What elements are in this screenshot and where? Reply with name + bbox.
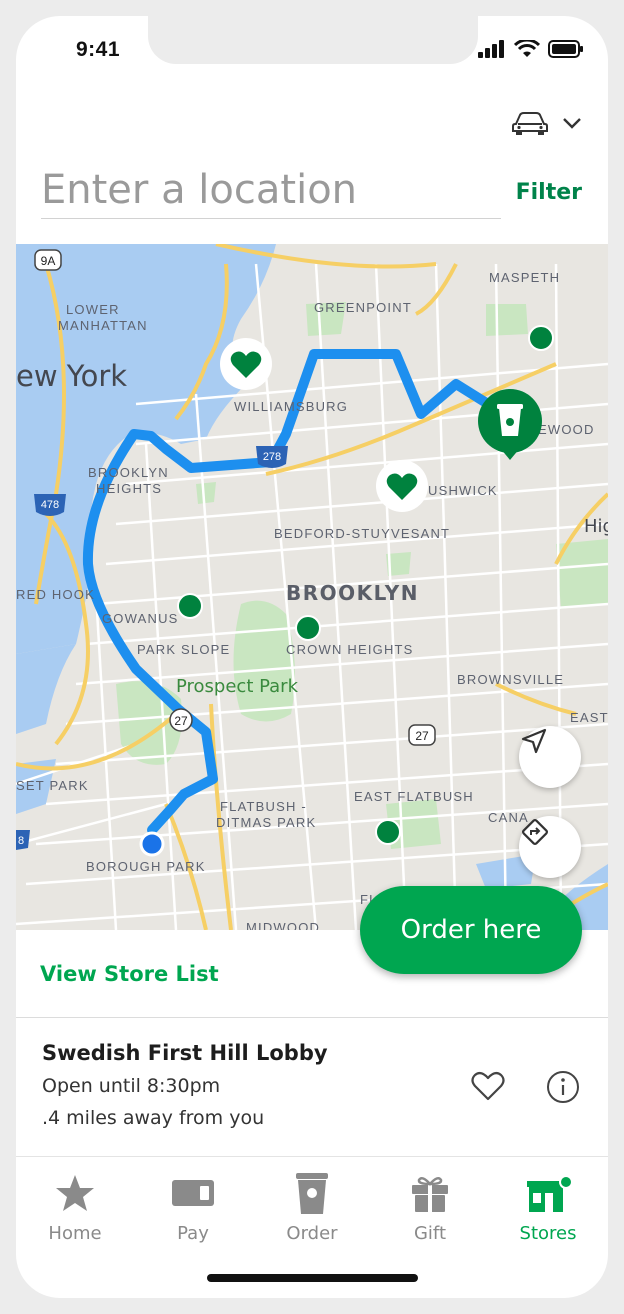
highway-shield-478: 478 [34, 494, 66, 516]
label-crown-heights: CROWN HEIGHTS [286, 642, 414, 657]
highway-shield-left: 8 [16, 830, 30, 850]
label-prospect-park: Prospect Park [176, 676, 299, 697]
notch [148, 16, 478, 64]
label-highland: Highla [584, 516, 608, 537]
label-park-slope: PARK SLOPE [137, 642, 230, 657]
travel-mode-select[interactable] [512, 110, 582, 136]
status-icons [478, 40, 584, 58]
location-search-input[interactable] [41, 162, 501, 219]
label-sunset-park: SET PARK [16, 778, 89, 793]
heart-icon[interactable] [471, 1070, 505, 1102]
label-red-hook: RED HOOK [16, 587, 95, 602]
highway-shield-27-west: 27 [169, 708, 193, 732]
store-marker [177, 593, 203, 619]
directions-icon [522, 819, 548, 845]
gift-icon [412, 1176, 448, 1212]
highway-shield-278: 278 [256, 446, 288, 468]
store-hours: Open until 8:30pm [42, 1075, 221, 1097]
label-brownsville: BROWNSVILLE [457, 672, 564, 687]
store-marker [375, 819, 401, 845]
status-time: 9:41 [76, 38, 121, 61]
tab-order-label: Order [286, 1223, 338, 1244]
home-indicator[interactable] [207, 1274, 418, 1282]
label-gowanus: GOWANUS [102, 611, 179, 626]
recenter-button[interactable] [519, 726, 581, 788]
tab-stores-label: Stores [519, 1223, 577, 1244]
label-new-york: ew York [16, 359, 127, 393]
store-name[interactable]: Swedish First Hill Lobby [42, 1041, 328, 1065]
store-marker [295, 615, 321, 641]
label-bushwick: USHWICK [428, 483, 498, 498]
label-manhattan: MANHATTAN [58, 318, 148, 333]
chevron-down-icon [563, 118, 581, 129]
highway-shield-9a: 9A [34, 249, 62, 271]
label-east: EAST [570, 710, 608, 725]
tab-pay[interactable]: Pay [143, 1167, 243, 1244]
favorite-store-marker[interactable] [220, 338, 272, 390]
label-lower: LOWER [66, 302, 120, 317]
svg-text:9A: 9A [41, 254, 56, 268]
card-icon [172, 1180, 214, 1206]
label-greenpoint: GREENPOINT [314, 300, 412, 315]
star-icon [56, 1175, 94, 1211]
cup-icon [296, 1173, 328, 1214]
label-brooklyn-heights-2: HEIGHTS [96, 481, 162, 496]
filter-button[interactable]: Filter [516, 180, 582, 205]
label-bed-stuy: BEDFORD-STUYVESANT [274, 526, 450, 541]
label-borough-park: BOROUGH PARK [86, 859, 206, 874]
label-flatbush-2: DITMAS PARK [216, 815, 316, 830]
tab-order[interactable]: Order [262, 1167, 362, 1244]
svg-text:278: 278 [263, 451, 281, 463]
wifi-icon [514, 40, 540, 57]
store-icon [527, 1175, 572, 1212]
phone-screen: 9:41 Filter [16, 16, 608, 1298]
battery-icon [548, 40, 583, 58]
signal-icon [478, 40, 504, 58]
svg-text:478: 478 [41, 499, 59, 511]
label-williamsburg: WILLIAMSBURG [234, 399, 348, 414]
current-location-dot [139, 831, 165, 857]
directions-button[interactable] [519, 816, 581, 878]
store-marker [528, 325, 554, 351]
tab-gift-label: Gift [413, 1223, 447, 1244]
label-east-flatbush: EAST FLATBUSH [354, 789, 474, 804]
favorite-store-marker[interactable] [376, 460, 428, 512]
tab-pay-label: Pay [177, 1223, 209, 1244]
view-store-list-link[interactable]: View Store List [40, 962, 219, 986]
svg-text:27: 27 [415, 729, 429, 743]
label-maspeth: MASPETH [489, 270, 560, 285]
tab-stores[interactable]: Stores [498, 1167, 598, 1244]
divider [16, 1017, 608, 1018]
navigation-arrow-icon [521, 728, 547, 754]
label-midwood: MIDWOOD [246, 920, 320, 930]
highway-shield-27-east: 27 [408, 724, 436, 746]
svg-text:27: 27 [174, 714, 188, 728]
label-brooklyn-heights-1: BROOKLYN [88, 465, 169, 480]
info-icon[interactable] [546, 1070, 580, 1104]
label-flatbush-1: FLATBUSH - [220, 799, 307, 814]
svg-text:8: 8 [18, 835, 24, 847]
tab-home-label: Home [48, 1223, 102, 1244]
tab-home[interactable]: Home [25, 1167, 125, 1244]
order-here-button[interactable]: Order here [360, 886, 582, 974]
car-icon [512, 112, 548, 135]
label-ridgewood: EWOOD [538, 422, 595, 437]
tab-gift[interactable]: Gift [380, 1167, 480, 1244]
label-brooklyn: BROOKLYN [286, 581, 419, 605]
store-map[interactable]: 9A 278 478 27 27 8 LOWER MANHATTAN GREEN… [16, 244, 608, 930]
store-distance: .4 miles away from you [42, 1107, 265, 1129]
